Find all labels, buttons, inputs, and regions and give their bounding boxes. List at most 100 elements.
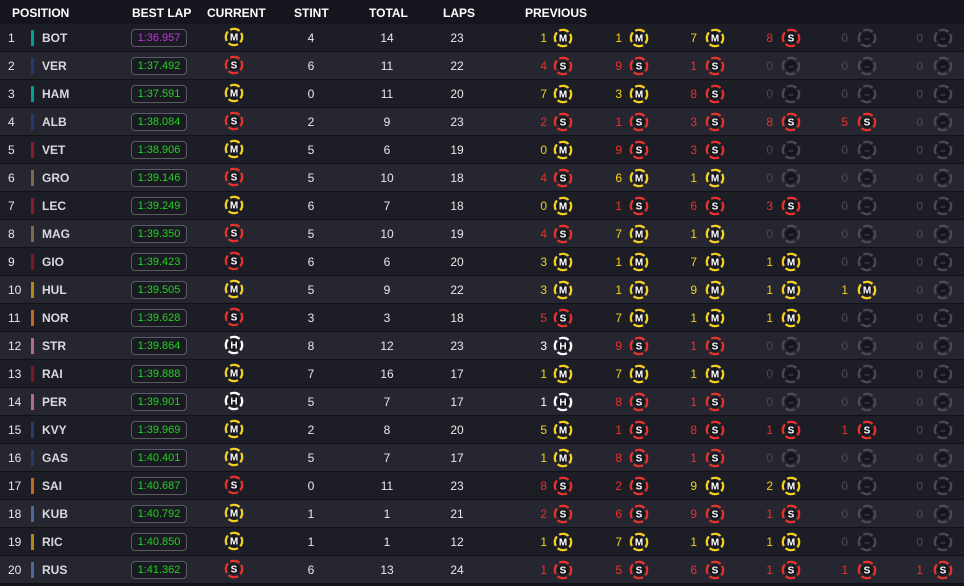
table-row[interactable]: 9 GIO 1:39.423 S 6 6 20 3 M 1 M 7 M 1 M 0 – 0… bbox=[0, 248, 964, 276]
previous-stint-laps: 8 bbox=[615, 451, 622, 465]
table-row[interactable]: 3 HAM 1:37.591 M 0 11 20 7 M 3 M 8 S 0 – 0 – … bbox=[0, 80, 964, 108]
soft-tyre-icon: S bbox=[553, 56, 573, 76]
stint-value: 0 bbox=[307, 87, 315, 101]
laps-value: 19 bbox=[450, 227, 464, 241]
table-row[interactable]: 16 GAS 1:40.401 M 5 7 17 1 M 8 S 1 S 0 – 0 – … bbox=[0, 444, 964, 472]
previous-stint-laps: 0 bbox=[540, 199, 547, 213]
table-row[interactable]: 5 VET 1:38.906 M 5 6 19 0 M 9 S 3 S 0 – 0 – 0… bbox=[0, 136, 964, 164]
driver-code: HUL bbox=[42, 283, 67, 297]
svg-text:–: – bbox=[864, 202, 870, 213]
svg-text:M: M bbox=[711, 314, 719, 325]
table-row[interactable]: 11 NOR 1:39.628 S 3 3 18 5 S 7 M 1 M 1 M 0 – … bbox=[0, 304, 964, 332]
table-row[interactable]: 18 KUB 1:40.792 M 1 1 21 2 S 6 S 9 S 1 S 0 – … bbox=[0, 500, 964, 528]
previous-stint-laps: 2 bbox=[615, 479, 622, 493]
soft-tyre-icon: S bbox=[553, 476, 573, 496]
medium-tyre-icon: M bbox=[224, 447, 244, 467]
svg-text:–: – bbox=[940, 118, 946, 129]
previous-stint-laps: 4 bbox=[540, 227, 547, 241]
medium-tyre-icon: M bbox=[629, 532, 649, 552]
best-lap-time: 1:39.423 bbox=[131, 253, 187, 271]
svg-text:M: M bbox=[635, 538, 643, 549]
previous-stint-laps: 1 bbox=[540, 535, 547, 549]
soft-tyre-icon: S bbox=[224, 251, 244, 271]
header-stint[interactable]: STINT bbox=[294, 6, 329, 20]
driver-code: VET bbox=[42, 143, 66, 157]
best-lap-time: 1:36.957 bbox=[131, 29, 187, 47]
svg-text:S: S bbox=[788, 426, 795, 437]
best-lap-time: 1:39.864 bbox=[131, 337, 187, 355]
stint-value: 6 bbox=[307, 199, 315, 213]
soft-tyre-icon: S bbox=[629, 560, 649, 580]
table-row[interactable]: 13 RAI 1:39.888 M 7 16 17 1 M 7 M 1 M 0 – 0 –… bbox=[0, 360, 964, 388]
table-row[interactable]: 20 RUS 1:41.362 S 6 13 24 1 S 5 S 6 S 1 S 1 S… bbox=[0, 556, 964, 584]
svg-text:–: – bbox=[940, 510, 946, 521]
best-lap-time: 1:39.249 bbox=[131, 197, 187, 215]
medium-tyre-icon: M bbox=[553, 196, 573, 216]
empty-tyre-icon: – bbox=[933, 364, 953, 384]
table-row[interactable]: 4 ALB 1:38.084 S 2 9 23 2 S 1 S 3 S 8 S 5 S 0… bbox=[0, 108, 964, 136]
previous-stint-laps: 0 bbox=[841, 199, 848, 213]
empty-tyre-icon: – bbox=[857, 224, 877, 244]
header-position[interactable]: POSITION bbox=[12, 6, 69, 20]
empty-tyre-icon: – bbox=[933, 28, 953, 48]
svg-text:M: M bbox=[559, 258, 567, 269]
team-color-bar bbox=[31, 30, 34, 46]
total-value: 9 bbox=[383, 283, 391, 297]
table-row[interactable]: 15 KVY 1:39.969 M 2 8 20 5 M 1 S 8 S 1 S 1 S … bbox=[0, 416, 964, 444]
driver-code: KVY bbox=[42, 423, 67, 437]
best-lap-time: 1:40.850 bbox=[131, 533, 187, 551]
header-best-lap[interactable]: BEST LAP bbox=[132, 6, 191, 20]
best-lap-time: 1:39.350 bbox=[131, 225, 187, 243]
svg-text:M: M bbox=[559, 34, 567, 45]
total-value: 11 bbox=[380, 479, 394, 493]
svg-text:M: M bbox=[559, 146, 567, 157]
medium-tyre-icon: M bbox=[553, 532, 573, 552]
previous-stint-laps: 0 bbox=[841, 59, 848, 73]
header-total[interactable]: TOTAL bbox=[369, 6, 408, 20]
previous-stint-laps: 3 bbox=[615, 87, 622, 101]
header-previous[interactable]: PREVIOUS bbox=[525, 6, 587, 20]
svg-text:M: M bbox=[711, 286, 719, 297]
table-row[interactable]: 1 BOT 1:36.957 M 4 14 23 1 M 1 M 7 M 8 S 0 – … bbox=[0, 24, 964, 52]
table-row[interactable]: 8 MAG 1:39.350 S 5 10 19 4 S 7 M 1 M 0 – 0 – … bbox=[0, 220, 964, 248]
svg-text:–: – bbox=[788, 370, 794, 381]
previous-stint-laps: 1 bbox=[690, 339, 697, 353]
previous-stint-laps: 1 bbox=[766, 507, 773, 521]
table-row[interactable]: 7 LEC 1:39.249 M 6 7 18 0 M 1 S 6 S 3 S 0 – 0… bbox=[0, 192, 964, 220]
header-laps[interactable]: LAPS bbox=[443, 6, 475, 20]
table-row[interactable]: 19 RIC 1:40.850 M 1 1 12 1 M 7 M 1 M 1 M 0 – … bbox=[0, 528, 964, 556]
laps-value: 17 bbox=[450, 395, 464, 409]
hard-tyre-icon: H bbox=[553, 336, 573, 356]
table-row[interactable]: 17 SAI 1:40.687 S 0 11 23 8 S 2 S 9 M 2 M 0 –… bbox=[0, 472, 964, 500]
previous-stint-laps: 1 bbox=[766, 423, 773, 437]
previous-stint-laps: 8 bbox=[766, 115, 773, 129]
medium-tyre-icon: M bbox=[224, 139, 244, 159]
table-row[interactable]: 2 VER 1:37.492 S 6 11 22 4 S 9 S 1 S 0 – 0 – … bbox=[0, 52, 964, 80]
team-color-bar bbox=[31, 506, 34, 522]
svg-text:–: – bbox=[940, 90, 946, 101]
table-row[interactable]: 6 GRO 1:39.146 S 5 10 18 4 S 6 M 1 M 0 – 0 – … bbox=[0, 164, 964, 192]
table-row[interactable]: 10 HUL 1:39.505 M 5 9 22 3 M 1 M 9 M 1 M 1 M … bbox=[0, 276, 964, 304]
table-row[interactable]: 14 PER 1:39.901 H 5 7 17 1 H 8 S 1 S 0 – 0 – … bbox=[0, 388, 964, 416]
medium-tyre-icon: M bbox=[224, 27, 244, 47]
previous-stint-laps: 3 bbox=[540, 339, 547, 353]
soft-tyre-icon: S bbox=[224, 559, 244, 579]
total-value: 11 bbox=[380, 59, 394, 73]
svg-text:S: S bbox=[636, 118, 643, 129]
empty-tyre-icon: – bbox=[857, 532, 877, 552]
driver-code: BOT bbox=[42, 31, 68, 45]
table-row[interactable]: 12 STR 1:39.864 H 8 12 23 3 H 9 S 1 S 0 – 0 –… bbox=[0, 332, 964, 360]
medium-tyre-icon: M bbox=[224, 279, 244, 299]
previous-stint-laps: 0 bbox=[841, 395, 848, 409]
medium-tyre-icon: M bbox=[629, 308, 649, 328]
total-value: 3 bbox=[383, 311, 391, 325]
svg-text:S: S bbox=[636, 454, 643, 465]
svg-text:H: H bbox=[559, 342, 566, 353]
previous-stint-laps: 6 bbox=[690, 563, 697, 577]
laps-value: 18 bbox=[450, 311, 464, 325]
empty-tyre-icon: – bbox=[857, 56, 877, 76]
header-current[interactable]: CURRENT bbox=[207, 6, 266, 20]
timing-table: 1 BOT 1:36.957 M 4 14 23 1 M 1 M 7 M 8 S 0 – … bbox=[0, 24, 964, 584]
laps-value: 22 bbox=[450, 283, 464, 297]
empty-tyre-icon: – bbox=[781, 336, 801, 356]
